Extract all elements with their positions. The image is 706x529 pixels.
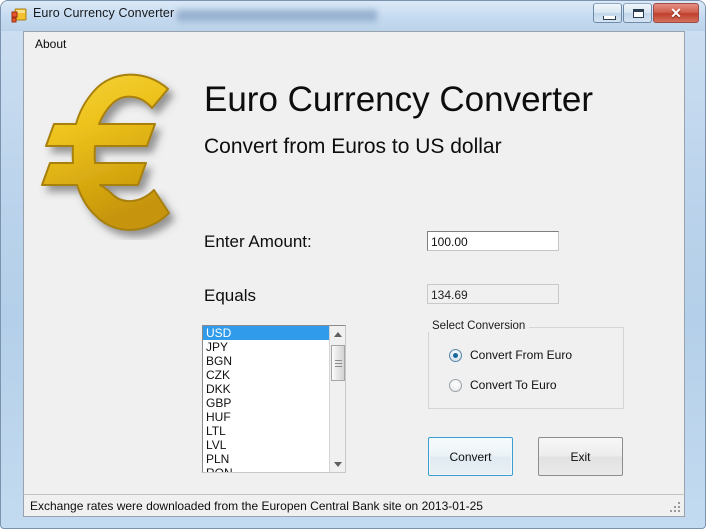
currency-list-item[interactable]: PLN: [203, 452, 330, 466]
page-title: Euro Currency Converter: [204, 80, 594, 119]
window-title: Euro Currency Converter: [33, 6, 175, 20]
menu-bar: About: [24, 32, 684, 55]
maximize-button[interactable]: [623, 3, 652, 23]
currency-list-item[interactable]: BGN: [203, 354, 330, 368]
radio-selected-icon: [449, 348, 462, 362]
equals-label: Equals: [204, 286, 256, 305]
currency-list-item[interactable]: CZK: [203, 368, 330, 382]
convert-button[interactable]: Convert: [428, 437, 513, 476]
radio-convert-to-euro[interactable]: Convert To Euro: [449, 378, 557, 392]
scroll-up-icon[interactable]: [330, 326, 345, 342]
currency-list-items: USD JPY BGN CZK DKK GBP HUF LTL LVL PLN RON: [203, 326, 330, 472]
conversion-groupbox: Convert From Euro Convert To Euro: [428, 327, 624, 409]
currency-list-item[interactable]: JPY: [203, 340, 330, 354]
resize-grip-icon[interactable]: [670, 502, 681, 513]
status-bar: Exchange rates were downloaded from the …: [23, 494, 685, 517]
minimize-button[interactable]: [593, 3, 622, 23]
conversion-group-title: Select Conversion: [428, 320, 530, 332]
application-form-icon: [11, 7, 27, 23]
scroll-down-icon[interactable]: [330, 456, 345, 472]
amount-input[interactable]: [427, 231, 559, 251]
listbox-scrollbar[interactable]: [329, 326, 345, 472]
radio-label-to: Convert To Euro: [470, 378, 557, 392]
currency-list-item[interactable]: GBP: [203, 396, 330, 410]
currency-list-item[interactable]: RON: [203, 466, 330, 472]
close-button[interactable]: ✕: [653, 3, 699, 23]
scrollbar-grip-icon: [335, 360, 342, 367]
minimize-icon: [603, 16, 616, 20]
close-icon: ✕: [670, 4, 682, 21]
maximize-icon: [633, 9, 644, 18]
result-output: [427, 284, 559, 304]
currency-list-item[interactable]: DKK: [203, 382, 330, 396]
radio-unselected-icon: [449, 378, 462, 392]
scrollbar-thumb[interactable]: [331, 345, 345, 381]
menu-item-about[interactable]: About: [28, 35, 73, 53]
currency-list-item[interactable]: HUF: [203, 410, 330, 424]
radio-convert-from-euro[interactable]: Convert From Euro: [449, 348, 572, 362]
client-area: About Euro Currency Converter Convert fr…: [23, 31, 685, 513]
currency-list-item[interactable]: LTL: [203, 424, 330, 438]
euro-symbol-logo: [28, 60, 218, 240]
title-bar[interactable]: Euro Currency Converter ✕: [1, 1, 705, 29]
radio-label-from: Convert From Euro: [470, 348, 573, 362]
application-window: Euro Currency Converter ✕ About Euro Cur…: [0, 0, 706, 529]
page-subtitle: Convert from Euros to US dollar: [204, 135, 502, 158]
currency-listbox[interactable]: USD JPY BGN CZK DKK GBP HUF LTL LVL PLN RON: [202, 325, 346, 473]
amount-label: Enter Amount:: [204, 232, 312, 251]
currency-list-item[interactable]: USD: [203, 326, 330, 340]
exit-button[interactable]: Exit: [538, 437, 623, 476]
titlebar-blur-artifact: [177, 7, 377, 24]
status-message: Exchange rates were downloaded from the …: [30, 499, 483, 513]
currency-list-item[interactable]: LVL: [203, 438, 330, 452]
